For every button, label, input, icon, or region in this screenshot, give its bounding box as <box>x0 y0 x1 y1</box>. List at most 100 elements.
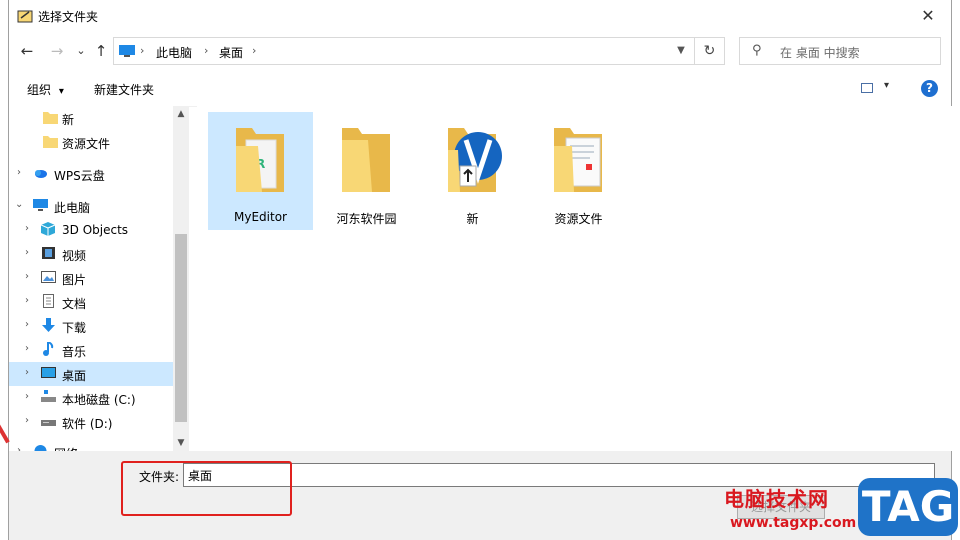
annotation-highlight-box <box>121 461 292 516</box>
chevron-down-icon[interactable]: ⌄ <box>15 199 23 210</box>
navigation-pane: 新 资源文件 › WPS云盘 ⌄ 此电脑 › 3D Objects › 视频 › <box>9 106 189 451</box>
view-options-dropdown[interactable]: ▾ <box>884 80 889 91</box>
nav-item-label: 视频 <box>62 249 87 263</box>
organize-label: 组织 <box>27 83 52 97</box>
nav-item-label: 本地磁盘 (C:) <box>62 393 136 407</box>
drive-icon <box>41 420 56 426</box>
folder-app-icon <box>17 10 33 23</box>
navigation-bar: ← → ⌄ ↑ › 此电脑 › 桌面 › ▼ ↻ ⚲ 在 桌面 中搜索 <box>9 34 951 68</box>
nav-item-drive-d[interactable]: › 软件 (D:) <box>9 410 173 434</box>
recent-locations-button[interactable]: ⌄ <box>71 44 91 57</box>
folder-picker-dialog: 选择文件夹 ✕ ← → ⌄ ↑ › 此电脑 › 桌面 › ▼ ↻ ⚲ 在 桌面 … <box>8 0 953 540</box>
breadcrumb-this-pc[interactable]: 此电脑 <box>156 44 192 61</box>
nav-scrollbar[interactable]: ▲ ▼ <box>173 106 189 451</box>
chevron-right-icon[interactable]: › <box>25 343 29 354</box>
folder-myeditor-icon: R <box>236 128 284 192</box>
address-bar[interactable]: › 此电脑 › 桌面 › ▼ <box>113 37 695 65</box>
nav-item-network[interactable]: › 网络 <box>9 440 173 451</box>
nav-item-videos[interactable]: › 视频 <box>9 242 173 266</box>
file-list: R MyEditor 河东软件园 新 资源文件 <box>197 106 953 451</box>
nav-item-label: 文档 <box>62 297 87 311</box>
breadcrumb-separator[interactable]: › <box>252 44 256 57</box>
file-name: 新 <box>466 212 479 226</box>
cube-icon <box>41 222 56 236</box>
watermark-tag-logo: TAG <box>858 478 958 536</box>
file-item-hedong[interactable]: 河东软件园 <box>314 112 419 230</box>
nav-item-label: 软件 (D:) <box>62 417 113 431</box>
music-icon <box>43 342 54 356</box>
command-bar: 组织 ▾ 新建文件夹 ▾ ? <box>9 72 951 107</box>
refresh-button[interactable]: ↻ <box>695 37 725 65</box>
chevron-right-icon[interactable]: › <box>25 391 29 402</box>
nav-item-downloads[interactable]: › 下载 <box>9 314 173 338</box>
nav-item-3d-objects[interactable]: › 3D Objects <box>9 218 173 242</box>
computer-icon <box>33 199 48 211</box>
document-icon <box>43 294 54 308</box>
search-icon: ⚲ <box>752 43 762 58</box>
breadcrumb-desktop[interactable]: 桌面 <box>219 44 243 61</box>
view-options-icon[interactable] <box>861 83 873 93</box>
nav-item-music[interactable]: › 音乐 <box>9 338 173 362</box>
nav-item-label: WPS云盘 <box>54 169 105 183</box>
chevron-right-icon[interactable]: › <box>25 367 29 378</box>
nav-item-this-pc[interactable]: ⌄ 此电脑 <box>9 194 173 218</box>
scroll-down-button[interactable]: ▼ <box>173 435 189 451</box>
watermark-url: www.tagxp.com <box>730 515 857 531</box>
close-button[interactable]: ✕ <box>905 0 951 32</box>
picture-icon <box>41 271 56 283</box>
file-name: MyEditor <box>234 210 287 224</box>
search-box[interactable]: ⚲ 在 桌面 中搜索 <box>739 37 941 65</box>
nav-item-xin[interactable]: 新 <box>9 106 173 130</box>
folder-icon <box>43 112 58 124</box>
nav-item-label: 新 <box>62 113 75 127</box>
back-button[interactable]: ← <box>17 42 37 60</box>
chevron-right-icon[interactable]: › <box>17 167 21 178</box>
address-dropdown-button[interactable]: ▼ <box>668 38 694 64</box>
scroll-thumb[interactable] <box>175 234 187 422</box>
nav-item-label: 桌面 <box>62 369 87 383</box>
nav-item-documents[interactable]: › 文档 <box>9 290 173 314</box>
nav-item-desktop[interactable]: › 桌面 <box>9 362 173 386</box>
scroll-up-button[interactable]: ▲ <box>173 106 189 122</box>
nav-item-resources[interactable]: 资源文件 <box>9 130 173 154</box>
folder-icon <box>43 136 58 148</box>
nav-item-label: 音乐 <box>62 345 87 359</box>
network-icon <box>34 445 47 451</box>
file-item-myeditor[interactable]: R MyEditor <box>208 112 313 230</box>
nav-item-wps-cloud[interactable]: › WPS云盘 <box>9 162 173 186</box>
chevron-right-icon[interactable]: › <box>25 319 29 330</box>
computer-icon <box>119 45 135 57</box>
breadcrumb-separator[interactable]: › <box>140 44 144 57</box>
nav-item-label: 资源文件 <box>62 137 111 151</box>
nav-item-label: 图片 <box>62 273 87 287</box>
file-name: 资源文件 <box>554 212 603 226</box>
folder-icon <box>342 128 390 192</box>
chevron-right-icon[interactable]: › <box>25 295 29 306</box>
search-placeholder: 在 桌面 中搜索 <box>780 46 860 60</box>
video-icon <box>42 247 55 259</box>
file-item-resources[interactable]: 资源文件 <box>526 112 631 230</box>
chevron-right-icon[interactable]: › <box>25 223 29 234</box>
help-button[interactable]: ? <box>921 80 938 97</box>
folder-app-icon <box>448 128 502 192</box>
file-item-xin[interactable]: 新 <box>420 112 525 230</box>
chevron-down-icon: ▾ <box>58 86 64 97</box>
new-folder-button[interactable]: 新建文件夹 <box>94 81 154 98</box>
forward-button[interactable]: → <box>47 42 67 60</box>
breadcrumb-separator[interactable]: › <box>204 44 208 57</box>
chevron-right-icon[interactable]: › <box>25 415 29 426</box>
nav-item-label: 下载 <box>62 321 87 335</box>
cloud-icon <box>35 170 47 178</box>
nav-item-label: 此电脑 <box>54 201 91 215</box>
organize-button[interactable]: 组织 ▾ <box>27 81 64 98</box>
chevron-right-icon[interactable]: › <box>25 247 29 258</box>
nav-item-label: 3D Objects <box>62 223 129 237</box>
nav-item-pictures[interactable]: › 图片 <box>9 266 173 290</box>
up-button[interactable]: ↑ <box>91 42 111 60</box>
chevron-right-icon[interactable]: › <box>25 271 29 282</box>
nav-item-drive-c[interactable]: › 本地磁盘 (C:) <box>9 386 173 410</box>
folder-docs-icon <box>554 128 602 192</box>
watermark-brand: 电脑技术网 <box>724 487 829 511</box>
window-title: 选择文件夹 <box>38 10 99 24</box>
download-icon <box>42 318 55 332</box>
